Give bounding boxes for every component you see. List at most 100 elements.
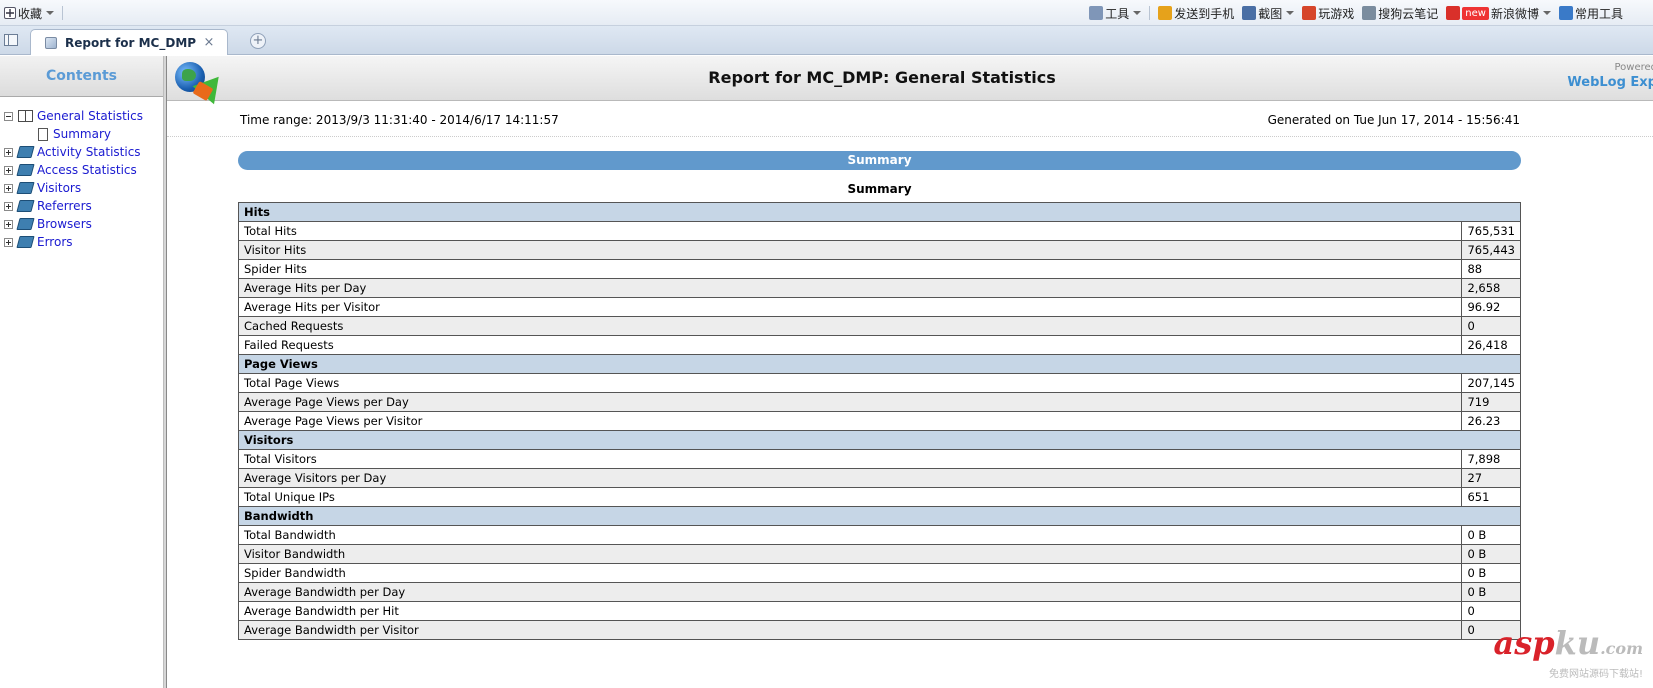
tree-child-item[interactable]: Summary	[0, 125, 163, 143]
table-row: Visitor Hits 765,443	[237, 240, 1521, 260]
toolbar-divider	[62, 6, 64, 20]
favorites-button[interactable]: 收藏	[4, 5, 55, 22]
stat-value: 27	[1461, 468, 1521, 488]
tree-item[interactable]: Access Statistics	[0, 161, 163, 179]
tree-item-label[interactable]: General Statistics	[37, 109, 143, 123]
tree-item-label[interactable]: Errors	[37, 235, 73, 249]
toolbar-item[interactable]: 发送到手机	[1158, 5, 1234, 22]
expand-icon[interactable]	[4, 219, 13, 229]
toolbar-item[interactable]: 玩游戏	[1302, 5, 1354, 22]
report-header: Report for MC_DMP: General Statistics Po…	[167, 56, 1653, 105]
stat-value: 26.23	[1461, 411, 1521, 431]
summary-table: Hits Total Hits 765,531 Visitor Hits 765,443…	[237, 202, 1521, 640]
toolbar-item[interactable]: 截图	[1242, 5, 1295, 22]
tree-item-label[interactable]: Summary	[53, 127, 111, 141]
tree-item-label[interactable]: Visitors	[37, 181, 81, 195]
new-tab-button[interactable]: +	[250, 33, 266, 49]
table-row: Failed Requests 26,418	[237, 335, 1521, 355]
toolbar-item-label: 搜狗云笔记	[1378, 6, 1439, 21]
table-row: Average Hits per Day 2,658	[237, 278, 1521, 298]
table-row: Total Page Views 207,145	[237, 373, 1521, 393]
stat-label: Average Bandwidth per Visitor	[237, 620, 1463, 640]
toolbar-item[interactable]: 搜狗云笔记	[1362, 5, 1438, 22]
sidebar-toggle-icon[interactable]	[4, 34, 18, 46]
browser-toolbar: 收藏 工具 发送到手机 截图 玩游戏 搜狗云笔记 new 新浪微博 常用工具	[0, 0, 1653, 26]
report-info: Time range: 2013/9/3 11:31:40 - 2014/6/1…	[167, 101, 1653, 137]
stat-value: 0	[1461, 601, 1521, 621]
tree-item[interactable]: Errors	[0, 233, 163, 251]
toolbar-item[interactable]: 工具	[1089, 5, 1142, 22]
tree-item[interactable]: Browsers	[0, 215, 163, 233]
contents-tree: General Statistics Summary Activity Statis…	[0, 97, 163, 251]
stat-label: Average Page Views per Visitor	[237, 411, 1463, 431]
watermark: aspku.com 免费网站源码下载站!	[1494, 627, 1643, 680]
stat-value: 96.92	[1461, 297, 1521, 317]
chevron-down-icon[interactable]	[1286, 11, 1295, 15]
open-book-icon	[18, 110, 33, 122]
new-badge: new	[1462, 6, 1489, 20]
close-icon[interactable]: ×	[201, 35, 217, 50]
tree-item[interactable]: Visitors	[0, 179, 163, 197]
book-icon	[16, 236, 35, 248]
watermark-ku: ku	[1554, 624, 1601, 662]
toolbar-item[interactable]: 常用工具	[1558, 5, 1623, 22]
stat-label: Average Bandwidth per Day	[237, 582, 1463, 602]
generated-date: Generated on Tue Jun 17, 2014 - 15:56:41	[1267, 113, 1520, 127]
report-frame: Report for MC_DMP: General Statistics Po…	[167, 56, 1653, 688]
expand-icon[interactable]	[4, 147, 13, 157]
table-row: Average Page Views per Day 719	[237, 392, 1521, 412]
tree-item[interactable]: Referrers	[0, 197, 163, 215]
stat-label: Visitor Bandwidth	[237, 544, 1463, 564]
expand-icon[interactable]	[4, 165, 13, 175]
toolbar-item-label: 截图	[1258, 6, 1283, 21]
table-row: Cached Requests 0	[237, 316, 1521, 336]
toolbar-item-label: 工具	[1105, 6, 1130, 21]
stat-value: 0	[1461, 316, 1521, 336]
screenshot-icon	[1242, 6, 1257, 20]
chevron-down-icon[interactable]	[1542, 11, 1551, 15]
table-group-row: Visitors	[238, 430, 1521, 450]
stat-label: Total Bandwidth	[237, 525, 1463, 545]
stat-value: 765,531	[1461, 221, 1521, 241]
tree-item-label[interactable]: Access Statistics	[37, 163, 137, 177]
toolbar-item-label: 发送到手机	[1174, 6, 1235, 21]
stat-label: Cached Requests	[237, 316, 1463, 336]
page-icon	[38, 127, 48, 141]
stat-value: 0 B	[1461, 544, 1521, 564]
group-header: Hits	[238, 202, 1521, 222]
chevron-down-icon[interactable]	[1133, 11, 1142, 15]
stat-label: Total Visitors	[237, 449, 1463, 469]
stat-label: Failed Requests	[237, 335, 1463, 355]
powered-label: Powered	[1614, 62, 1653, 73]
stat-label: Total Page Views	[237, 373, 1463, 393]
expand-icon[interactable]	[4, 183, 13, 193]
toolbar-divider	[1149, 6, 1151, 20]
stat-value: 719	[1461, 392, 1521, 412]
expand-icon[interactable]	[4, 201, 13, 211]
contents-frame: Contents General Statistics Summary Activi…	[0, 56, 163, 688]
table-group-row: Page Views	[238, 354, 1521, 374]
group-header: Page Views	[238, 354, 1521, 374]
group-header: Visitors	[238, 430, 1521, 450]
tree-item[interactable]: Activity Statistics	[0, 143, 163, 161]
table-row: Visitor Bandwidth 0 B	[237, 544, 1521, 564]
stat-label: Visitor Hits	[237, 240, 1463, 260]
collapse-icon[interactable]	[4, 111, 13, 121]
tree-item-label[interactable]: Referrers	[37, 199, 92, 213]
toolbar-item-label: 新浪微博	[1490, 6, 1539, 21]
tree-item-label[interactable]: Activity Statistics	[37, 145, 141, 159]
table-row: Average Bandwidth per Hit 0	[237, 601, 1521, 621]
table-row: Average Bandwidth per Visitor 0	[237, 620, 1521, 640]
tab-title: Report for MC_DMP	[65, 35, 197, 50]
book-icon	[16, 218, 35, 230]
table-row: Average Visitors per Day 27	[237, 468, 1521, 488]
expand-icon[interactable]	[4, 237, 13, 247]
tab-report[interactable]: Report for MC_DMP ×	[30, 29, 228, 55]
weibo-icon	[1446, 6, 1461, 20]
tree-item[interactable]: General Statistics	[0, 107, 163, 125]
toolbar-item[interactable]: new 新浪微博	[1446, 5, 1551, 22]
book-icon	[16, 182, 35, 194]
tree-item-label[interactable]: Browsers	[37, 217, 92, 231]
table-row: Average Bandwidth per Day 0 B	[237, 582, 1521, 602]
brand-link[interactable]: WebLog Exp	[1567, 75, 1653, 90]
